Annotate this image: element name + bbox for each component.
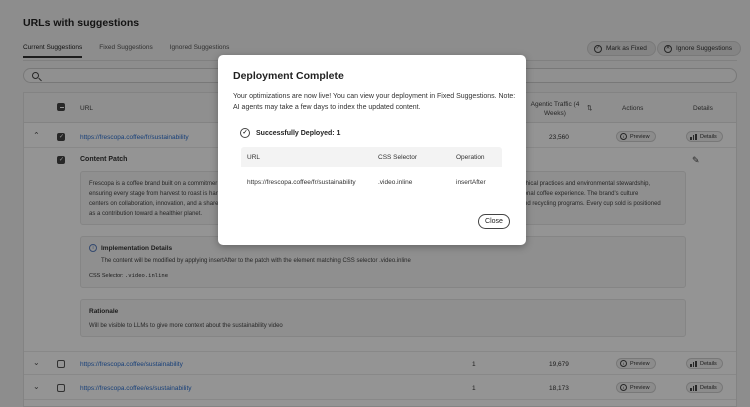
success-label: Successfully Deployed: 1 <box>256 129 341 137</box>
deployment-table: URL CSS Selector Operation https://fresc… <box>241 147 502 192</box>
check-circle-icon: ✓ <box>240 128 250 138</box>
deployed-selector: .video.inline <box>378 179 413 186</box>
header-css-selector: CSS Selector <box>378 154 418 161</box>
close-button[interactable]: Close <box>478 214 510 229</box>
dialog-message: Your optimizations are now live! You can… <box>233 93 516 111</box>
deployment-table-header: URL CSS Selector Operation <box>241 147 502 167</box>
deployed-operation: insertAfter <box>456 179 486 186</box>
dialog-title: Deployment Complete <box>233 70 344 82</box>
header-url: URL <box>247 154 261 161</box>
deployment-complete-dialog: Deployment Complete Your optimizations a… <box>218 55 526 245</box>
success-status: ✓ Successfully Deployed: 1 <box>240 128 340 138</box>
header-operation: Operation <box>456 154 485 161</box>
deployed-url-link[interactable]: https://frescopa.coffee/fr/sustainabilit… <box>247 179 356 186</box>
